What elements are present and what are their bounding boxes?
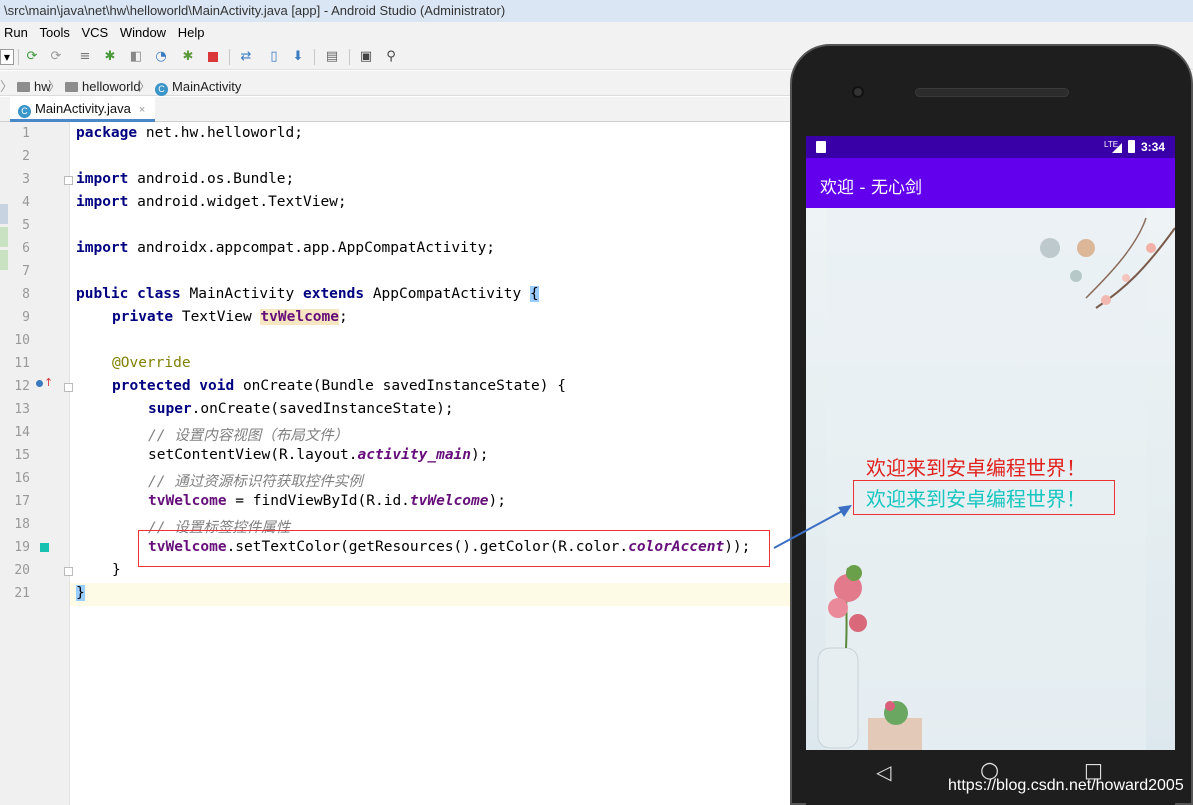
chevron-right-icon: 〉 <box>138 79 152 94</box>
line-number: 19 <box>14 540 30 555</box>
line-number: 4 <box>22 195 30 210</box>
breadcrumb-item-helloworld[interactable]: 〉 helloworld <box>44 76 141 95</box>
close-icon[interactable]: × <box>139 104 145 116</box>
override-marker-icon[interactable] <box>36 380 43 387</box>
battery-icon <box>1128 140 1135 153</box>
line-number: 7 <box>22 264 30 279</box>
tab-mainactivity[interactable]: C MainActivity.java × <box>10 97 155 122</box>
app-bar: 欢迎 - 无心剑 <box>806 158 1175 208</box>
code-line-9: private TextView tvWelcome; <box>112 309 348 325</box>
line-number: 14 <box>14 425 30 440</box>
phone-screen: LTE 3:34 欢迎 - 无心剑 欢迎来到安卓编程世界！ 欢迎来到安卓编程世界… <box>806 136 1175 750</box>
code-editor[interactable]: 1 2 3 4 5 6 7 8 9 10 11 12 13 14 15 16 1… <box>0 122 790 805</box>
stop-icon[interactable] <box>208 52 218 62</box>
status-time: 3:34 <box>1141 140 1166 154</box>
line-number: 20 <box>14 563 30 578</box>
annotation-box-code <box>138 530 770 567</box>
code-line-1: package net.hw.helloworld; <box>76 125 303 141</box>
line-number: 8 <box>22 287 30 302</box>
dropdown-chevron-icon[interactable]: ▼ <box>0 49 14 65</box>
sd-card-icon <box>816 141 826 153</box>
sync-icon[interactable]: ⟳ <box>24 49 40 65</box>
search-icon[interactable]: ⚲ <box>383 49 399 65</box>
avd-icon[interactable]: ▯ <box>266 49 282 65</box>
editor-gutter: 1 2 3 4 5 6 7 8 9 10 11 12 13 14 15 16 1… <box>0 122 73 805</box>
chevron-right-icon: 〉 <box>0 79 14 94</box>
menu-vcs[interactable]: VCS <box>77 22 112 40</box>
code-line-20: } <box>112 562 121 578</box>
rerun-icon[interactable]: ⟳ <box>48 49 64 65</box>
speaker-grille <box>915 88 1069 97</box>
menu-tools[interactable]: Tools <box>35 22 73 40</box>
fold-icon[interactable] <box>64 383 73 392</box>
code-line-12: protected void onCreate(Bundle savedInst… <box>112 378 566 394</box>
signal-icon <box>1112 143 1122 153</box>
back-icon[interactable]: ◁ <box>876 760 891 784</box>
code-line-21: } <box>76 585 85 601</box>
line-number: 2 <box>22 149 30 164</box>
line-number: 21 <box>14 586 30 601</box>
line-number: 9 <box>22 310 30 325</box>
layout-icon[interactable]: ▣ <box>358 49 374 65</box>
menu-window[interactable]: Window <box>116 22 170 40</box>
sdk-icon[interactable]: ⬇ <box>290 49 306 65</box>
code-line-13: super.onCreate(savedInstanceState); <box>148 401 454 417</box>
class-icon: C <box>18 105 31 118</box>
line-number: 3 <box>22 172 30 187</box>
code-line-17: tvWelcome = findViewById(R.id.tvWelcome)… <box>148 493 506 509</box>
code-line-8: public class MainActivity extends AppCom… <box>76 286 539 302</box>
window-title-bar: \src\main\java\net\hw\helloworld\MainAct… <box>0 0 1193 22</box>
status-bar: LTE 3:34 <box>806 136 1175 158</box>
line-number: 5 <box>22 218 30 233</box>
menu-run[interactable]: Run <box>0 22 32 40</box>
arrow-up-icon: ↑ <box>44 376 54 389</box>
fold-icon[interactable] <box>64 176 73 185</box>
line-number: 6 <box>22 241 30 256</box>
code-line-11: @Override <box>112 355 191 371</box>
code-line-4: import android.widget.TextView; <box>76 194 347 210</box>
current-line-highlight <box>70 583 790 606</box>
apply-icon[interactable]: ✱ <box>180 49 196 65</box>
watermark: https://blog.csdn.net/howard2005 <box>948 777 1184 794</box>
structure-icon[interactable]: ▤ <box>324 49 340 65</box>
line-number: 11 <box>14 356 30 371</box>
code-line-16: // 通过资源标识符获取控件实例 <box>148 474 363 490</box>
folder-icon <box>17 82 31 92</box>
profile-icon[interactable]: ◔ <box>153 49 169 65</box>
chevron-right-icon: 〉 <box>48 79 62 94</box>
line-number: 13 <box>14 402 30 417</box>
color-swatch-icon[interactable] <box>40 543 49 552</box>
menu-help[interactable]: Help <box>174 22 209 40</box>
code-line-3: import android.os.Bundle; <box>76 171 295 187</box>
line-number: 16 <box>14 471 30 486</box>
code-line-15: setContentView(R.layout.activity_main); <box>148 447 489 463</box>
debug-icon[interactable]: ✱ <box>102 49 118 65</box>
camera-icon <box>852 86 864 98</box>
code-line-6: import androidx.appcompat.app.AppCompatA… <box>76 240 496 256</box>
line-number: 17 <box>14 494 30 509</box>
menu-bar: Run Tools VCS Window Help <box>0 22 1193 44</box>
window-title: \src\main\java\net\hw\helloworld\MainAct… <box>4 3 506 18</box>
gradle-sync-icon[interactable]: ⇄ <box>238 49 254 65</box>
line-number: 15 <box>14 448 30 463</box>
list-icon[interactable]: ≡ <box>77 49 93 65</box>
app-title: 欢迎 - 无心剑 <box>820 178 922 198</box>
fold-icon[interactable] <box>64 567 73 576</box>
welcome-text-red: 欢迎来到安卓编程世界！ <box>866 456 1086 480</box>
line-number: 18 <box>14 517 30 532</box>
class-icon: C <box>155 83 169 96</box>
folder-icon <box>65 82 79 92</box>
annotation-box-phone <box>853 480 1115 515</box>
attach-icon[interactable]: ◧ <box>128 49 144 65</box>
line-number: 10 <box>14 333 30 348</box>
breadcrumb-item-mainactivity[interactable]: 〉 C MainActivity <box>134 76 241 96</box>
line-number: 12 <box>14 379 30 394</box>
line-number: 1 <box>22 126 30 141</box>
code-line-14: // 设置内容视图（布局文件） <box>148 428 349 444</box>
